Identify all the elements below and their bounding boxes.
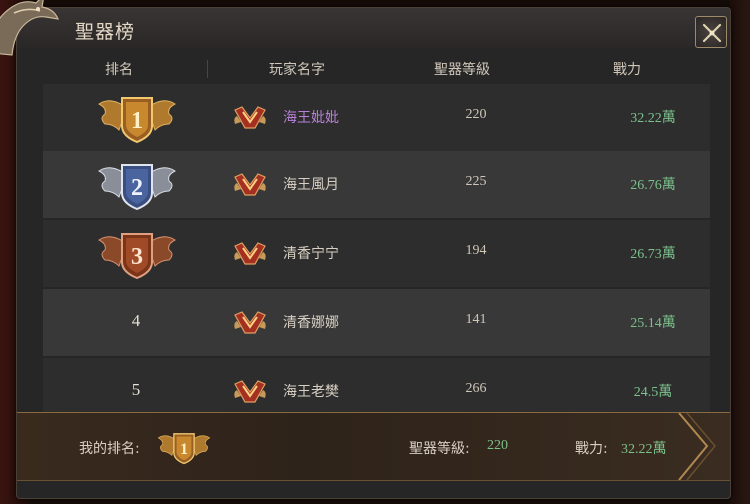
vip-v-icon — [234, 380, 266, 403]
vip-v-icon — [234, 311, 266, 334]
table-row[interactable]: 2 海王風月 225 26.76萬 — [43, 151, 710, 218]
header-level: 聖器等級 — [434, 62, 490, 78]
table-row[interactable]: 4 清香娜娜 141 25.14萬 — [43, 289, 710, 356]
rank-number: 4 — [131, 311, 141, 330]
my-power-value: 32.22萬 — [621, 442, 667, 457]
svg-text:1: 1 — [180, 440, 188, 458]
header-rank: 排名 — [105, 62, 133, 78]
player-name[interactable]: 海王老樊 — [283, 381, 339, 401]
holy-level: 194 — [465, 243, 487, 258]
power-value: 32.22萬 — [630, 111, 676, 126]
power-value: 26.76萬 — [630, 178, 676, 193]
gold-rank-badge-icon: 1 — [98, 97, 176, 144]
holy-level: 266 — [465, 381, 487, 396]
my-rank-bar: 我的排名: 1 聖器等級: 220 戰力: 32.22萬 — [17, 412, 730, 481]
player-name[interactable]: 清香娜娜 — [283, 312, 339, 332]
my-power-label: 戰力: — [575, 441, 608, 457]
table-row[interactable]: 3 清香宁宁 194 26.73萬 — [43, 220, 710, 287]
rank-number: 5 — [131, 380, 141, 399]
background-right — [730, 0, 750, 504]
player-name[interactable]: 海王風月 — [283, 174, 339, 194]
player-name[interactable]: 海王妣妣 — [283, 107, 339, 127]
svg-text:1: 1 — [131, 108, 143, 134]
dragon-emblem-icon — [0, 0, 59, 56]
table-row[interactable]: 1 海王妣妣 220 32.22萬 — [43, 84, 710, 151]
window-title: 聖器榜 — [75, 21, 136, 43]
my-level-label: 聖器等級: — [409, 441, 470, 457]
power-value: 26.73萬 — [630, 247, 676, 262]
close-icon — [702, 23, 722, 43]
vip-v-icon — [234, 106, 266, 129]
header-player: 玩家名字 — [269, 62, 325, 78]
leaderboard-panel: 聖器榜 排名 玩家名字 聖器等級 戰力 1 海王妣妣 220 3 2.22萬 2 … — [16, 7, 731, 499]
my-level-value: 220 — [487, 438, 508, 453]
close-button[interactable] — [695, 16, 727, 48]
svg-text:3: 3 — [131, 244, 143, 270]
holy-level: 141 — [465, 312, 487, 327]
table-header: 排名 玩家名字 聖器等級 戰力 — [17, 52, 730, 84]
title-bar: 聖器榜 — [17, 8, 730, 48]
header-power: 戰力 — [613, 62, 641, 78]
my-gold-rank-badge-icon: 1 — [157, 433, 211, 465]
my-rank-label: 我的排名: — [79, 441, 140, 457]
silver-rank-badge-icon: 2 — [98, 164, 176, 211]
vip-v-icon — [234, 242, 266, 265]
arrow-ornament-icon — [678, 413, 716, 480]
bronze-rank-badge-icon: 3 — [98, 233, 176, 280]
power-value: 25.14萬 — [630, 316, 676, 331]
vip-v-icon — [234, 173, 266, 196]
holy-level: 220 — [465, 107, 487, 122]
player-name[interactable]: 清香宁宁 — [283, 243, 339, 263]
header-divider — [207, 60, 208, 78]
svg-text:2: 2 — [131, 175, 143, 201]
holy-level: 225 — [465, 174, 487, 189]
power-value: 24.5萬 — [633, 385, 673, 400]
